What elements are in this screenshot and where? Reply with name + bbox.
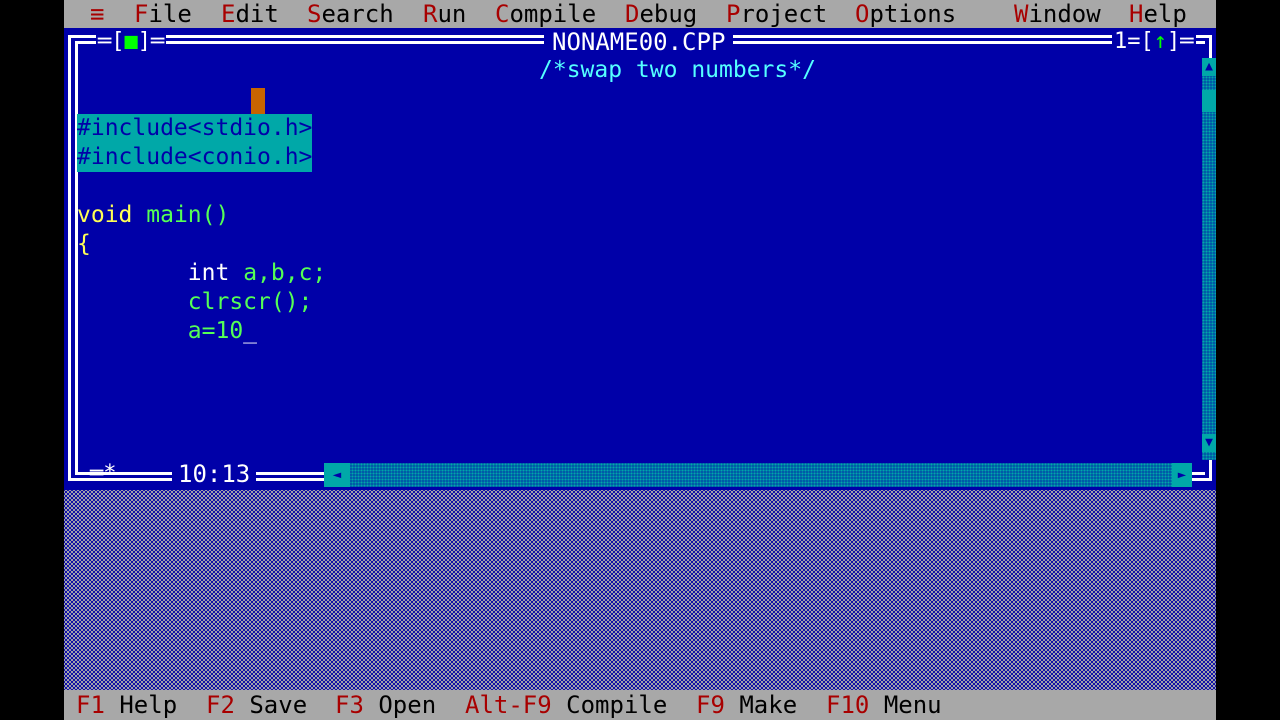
block-marker — [251, 88, 265, 114]
fkey-label: F3 — [335, 691, 364, 719]
status-f10-menu[interactable]: F10 Menu — [826, 690, 942, 720]
fkey-label: F9 — [696, 691, 725, 719]
fkey-label: F10 — [826, 691, 870, 719]
fkey-action: Save — [249, 691, 308, 719]
menu-hotkey: W — [1014, 0, 1029, 28]
text-cursor: _ — [243, 318, 258, 344]
menu-hotkey: S — [307, 0, 322, 28]
vertical-scroll-thumb[interactable] — [1202, 90, 1216, 112]
fkey-label: F1 — [76, 691, 105, 719]
window-title: NONAME00.CPP — [544, 29, 734, 55]
assignment-text: a=10 — [187, 318, 244, 344]
clrscr-call: clrscr(); — [187, 289, 313, 315]
menu-label: roject — [740, 0, 828, 28]
scroll-up-arrow-icon[interactable]: ▲ — [1202, 58, 1216, 76]
menu-label: ptions — [869, 0, 957, 28]
status-bar: F1 Help F2 Save F3 Open Alt-F9 Compile F… — [64, 690, 1216, 720]
code-open-brace: { — [77, 231, 91, 257]
menu-help[interactable]: Help — [1129, 0, 1187, 28]
fkey-label: F2 — [206, 691, 235, 719]
menu-label: ebug — [639, 0, 698, 28]
menu-hotkey: R — [423, 0, 438, 28]
menu-label: earch — [321, 0, 394, 28]
menu-label: indow — [1028, 0, 1101, 28]
menu-run[interactable]: Run — [423, 0, 466, 28]
window-close-button[interactable]: ═[■]═ — [96, 29, 167, 54]
status-alt-f9-compile[interactable]: Alt-F9 Compile — [465, 690, 667, 720]
window-zoom-button[interactable]: 1=[↑]═ — [1112, 30, 1196, 54]
code-comment: /*swap two numbers*/ — [539, 57, 816, 83]
menu-hotkey: E — [221, 0, 236, 28]
code-assignment: a=10_ — [77, 317, 257, 346]
menu-hotkey: O — [855, 0, 870, 28]
code-declaration: int a,b,c; — [77, 259, 327, 288]
code-clrscr: clrscr(); — [77, 288, 313, 317]
fkey-label: Alt-F9 — [465, 691, 552, 719]
menu-label: dit — [235, 0, 279, 28]
close-icon: ■ — [124, 29, 138, 54]
menu-compile[interactable]: Compile — [495, 0, 596, 28]
function-main: main() — [146, 202, 230, 228]
keyword-int: int — [187, 260, 230, 286]
fkey-action: Make — [739, 691, 798, 719]
menu-options[interactable]: Options — [855, 0, 956, 28]
menu-hotkey: D — [625, 0, 640, 28]
code-editor[interactable]: /*swap two numbers*/ #include<stdio.h> #… — [77, 56, 1199, 456]
variable-list: a,b,c; — [243, 260, 327, 286]
menu-label: ile — [148, 0, 192, 28]
menu-hotkey: C — [495, 0, 510, 28]
scroll-right-arrow-icon[interactable]: ► — [1172, 463, 1192, 487]
fkey-action: Open — [378, 691, 437, 719]
menu-hotkey: F — [134, 0, 149, 28]
scroll-down-arrow-icon[interactable]: ▼ — [1202, 434, 1216, 452]
desktop-background — [64, 490, 1216, 690]
zoom-arrow-icon: ↑ — [1153, 29, 1167, 54]
modified-indicator: ═* — [90, 461, 117, 486]
close-bracket-right: ]═ — [137, 29, 165, 54]
fkey-action: Help — [119, 691, 178, 719]
status-f9-make[interactable]: F9 Make — [696, 690, 797, 720]
keyword-void: void — [77, 202, 133, 228]
fkey-action: Compile — [566, 691, 668, 719]
menu-window[interactable]: Window — [1014, 0, 1101, 28]
menu-project[interactable]: Project — [726, 0, 827, 28]
menu-bar: ≡ File Edit Search Run Compile Debug Pro… — [64, 0, 1216, 28]
status-f2-save[interactable]: F2 Save — [206, 690, 307, 720]
menu-label: ompile — [509, 0, 597, 28]
menu-hotkey: H — [1129, 0, 1144, 28]
vertical-scroll-track — [1202, 58, 1216, 460]
menu-debug[interactable]: Debug — [625, 0, 697, 28]
menu-file[interactable]: File — [134, 0, 192, 28]
vertical-scrollbar[interactable] — [1202, 58, 1216, 460]
status-f1-help[interactable]: F1 Help — [76, 690, 177, 720]
code-include-stdio: #include<stdio.h> — [77, 114, 313, 143]
menu-label: elp — [1143, 0, 1187, 28]
cursor-position: 10:13 — [172, 460, 257, 488]
close-bracket-left: ═[ — [98, 29, 125, 54]
turbo-c-screen: ≡ File Edit Search Run Compile Debug Pro… — [64, 0, 1216, 720]
menu-edit[interactable]: Edit — [221, 0, 279, 28]
horizontal-scroll-track — [324, 463, 1184, 487]
window-number: 1=[ — [1114, 29, 1154, 54]
horizontal-scrollbar[interactable] — [324, 463, 1184, 487]
menu-label: un — [437, 0, 467, 28]
menu-hotkey: P — [726, 0, 741, 28]
system-menu-icon[interactable]: ≡ — [90, 0, 104, 28]
menu-search[interactable]: Search — [307, 0, 394, 28]
zoom-bracket-right: ]═ — [1167, 29, 1194, 54]
fkey-action: Menu — [883, 691, 942, 719]
scroll-left-arrow-icon[interactable]: ◄ — [324, 463, 350, 487]
code-include-conio: #include<conio.h> — [77, 143, 313, 172]
code-main-line: void main() — [77, 201, 229, 230]
status-f3-open[interactable]: F3 Open — [335, 690, 436, 720]
